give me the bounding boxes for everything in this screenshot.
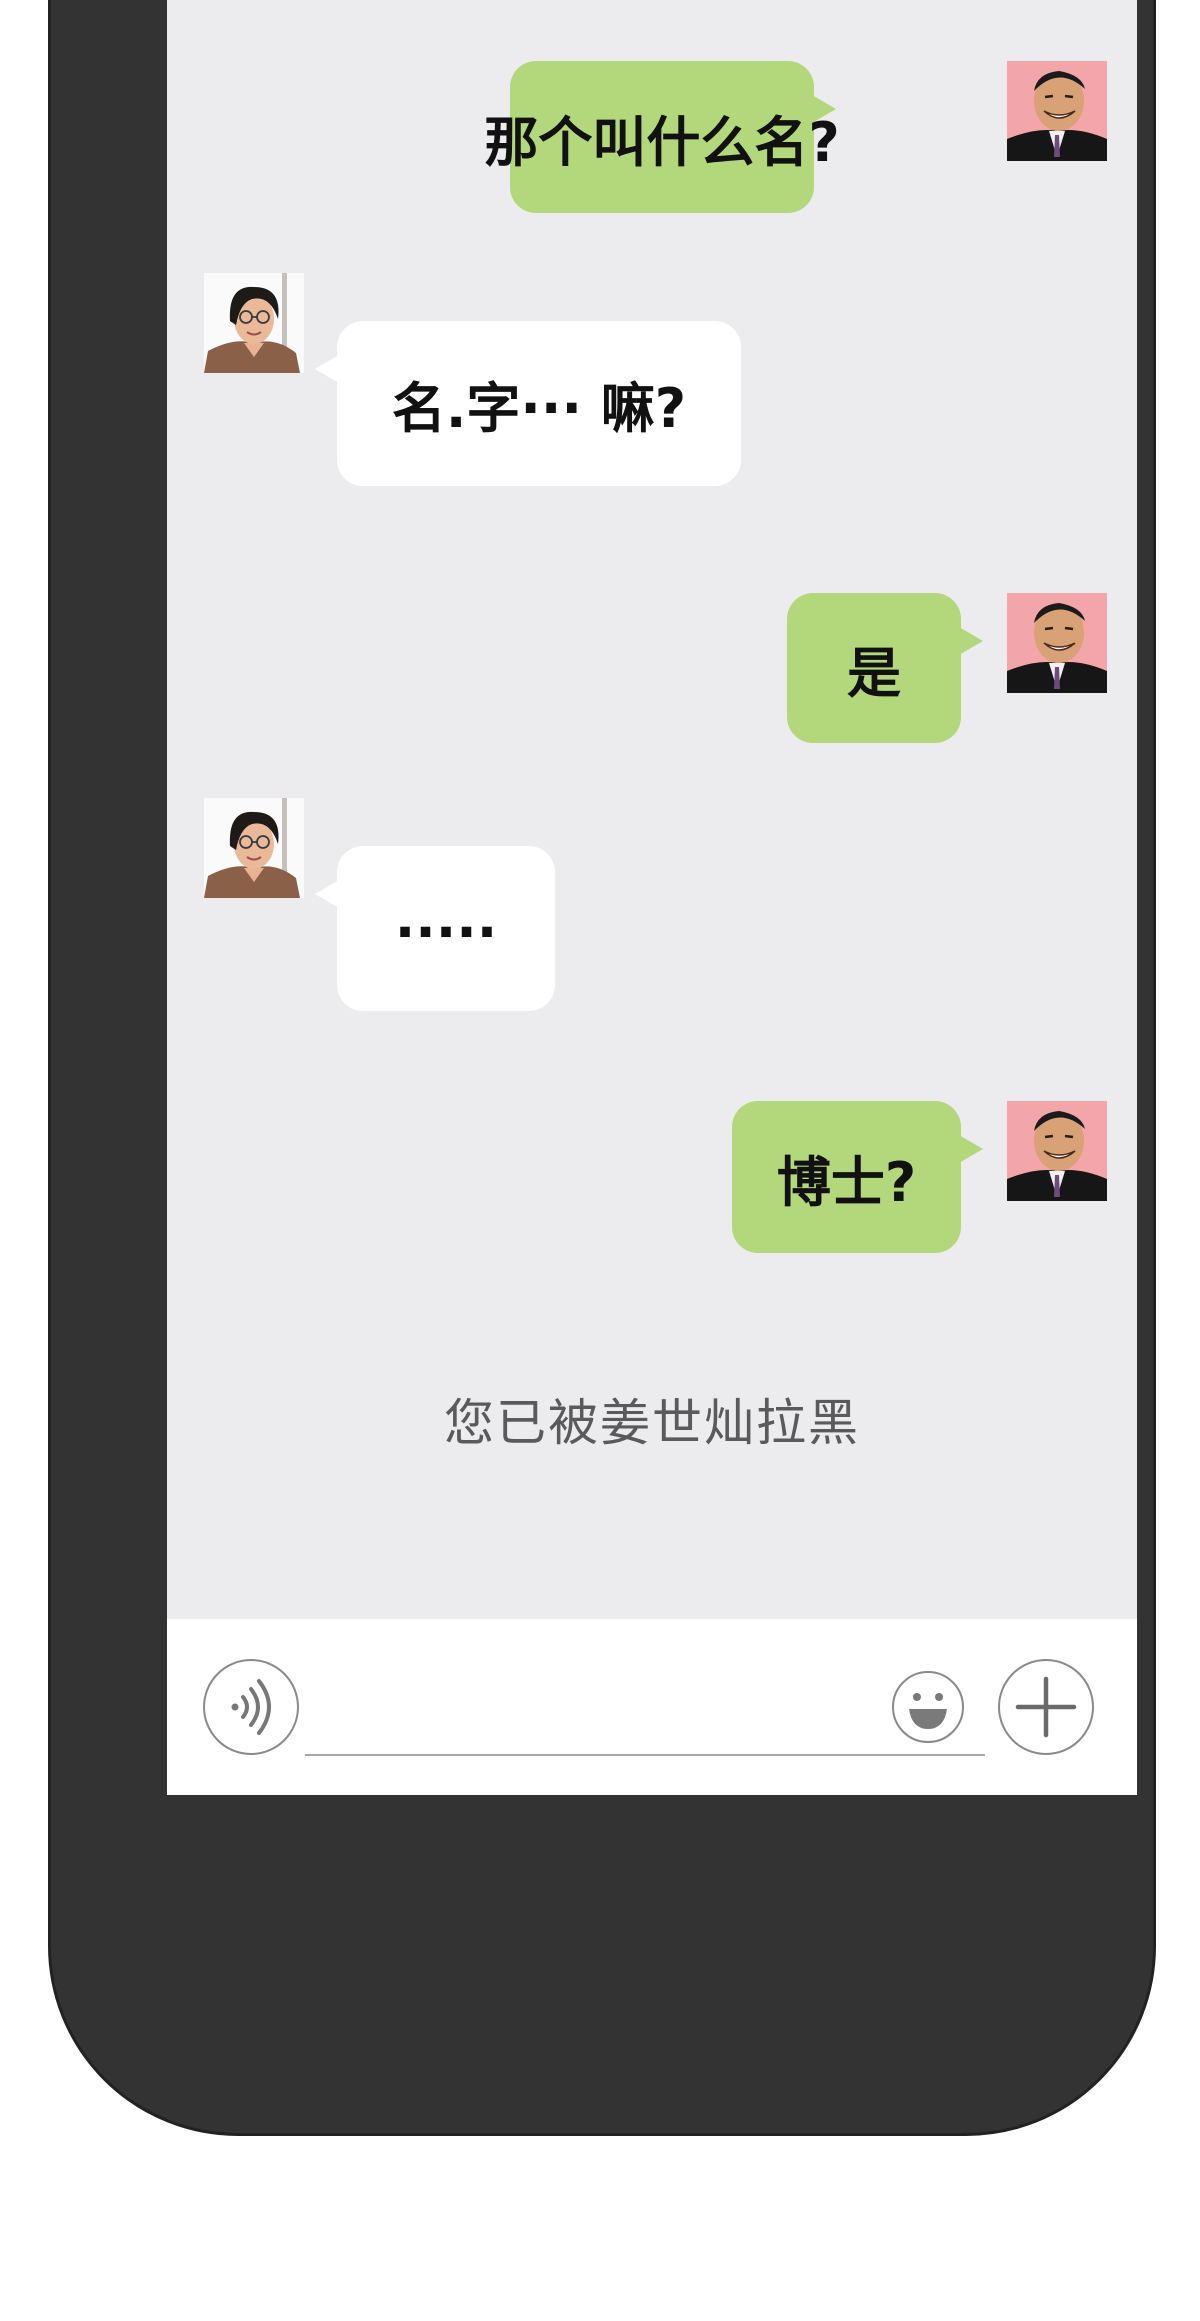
message-bubble-received[interactable]: 名.字··· 嘛? bbox=[315, 321, 741, 486]
phone-frame: 那个叫什么名? 名.字··· 嘛? 是 ..... 博士? 您已被姜世灿拉黑 bbox=[48, 0, 1156, 2136]
avatar-man[interactable] bbox=[1007, 593, 1107, 693]
avatar-man[interactable] bbox=[1007, 61, 1107, 161]
avatar-man[interactable] bbox=[1007, 1101, 1107, 1201]
plus-button[interactable] bbox=[998, 1659, 1094, 1755]
woman-avatar-icon bbox=[204, 273, 300, 373]
chat-screen: 那个叫什么名? 名.字··· 嘛? 是 ..... 博士? 您已被姜世灿拉黑 bbox=[167, 0, 1137, 1795]
message-bubble-sent[interactable]: 那个叫什么名? bbox=[484, 61, 840, 213]
message-bubble-sent[interactable]: 是 bbox=[787, 593, 983, 743]
man-avatar-icon bbox=[1007, 1111, 1107, 1201]
woman-avatar-icon bbox=[204, 798, 300, 898]
blocked-notice: 您已被姜世灿拉黑 bbox=[444, 1394, 860, 1452]
man-avatar-icon bbox=[1007, 603, 1107, 693]
plus-icon bbox=[1015, 1676, 1077, 1738]
avatar-woman[interactable] bbox=[204, 798, 304, 898]
message-input[interactable] bbox=[305, 1754, 985, 1756]
message-bubble-sent[interactable]: 博士? bbox=[732, 1101, 983, 1253]
avatar-woman[interactable] bbox=[204, 273, 304, 373]
man-avatar-icon bbox=[1007, 71, 1107, 161]
voice-button[interactable] bbox=[203, 1659, 299, 1755]
emoji-button[interactable] bbox=[892, 1671, 964, 1743]
voice-icon bbox=[231, 1679, 271, 1735]
message-bubble-received[interactable]: ..... bbox=[315, 846, 555, 1011]
emoji-icon bbox=[909, 1693, 947, 1729]
input-bar bbox=[167, 1619, 1137, 1795]
